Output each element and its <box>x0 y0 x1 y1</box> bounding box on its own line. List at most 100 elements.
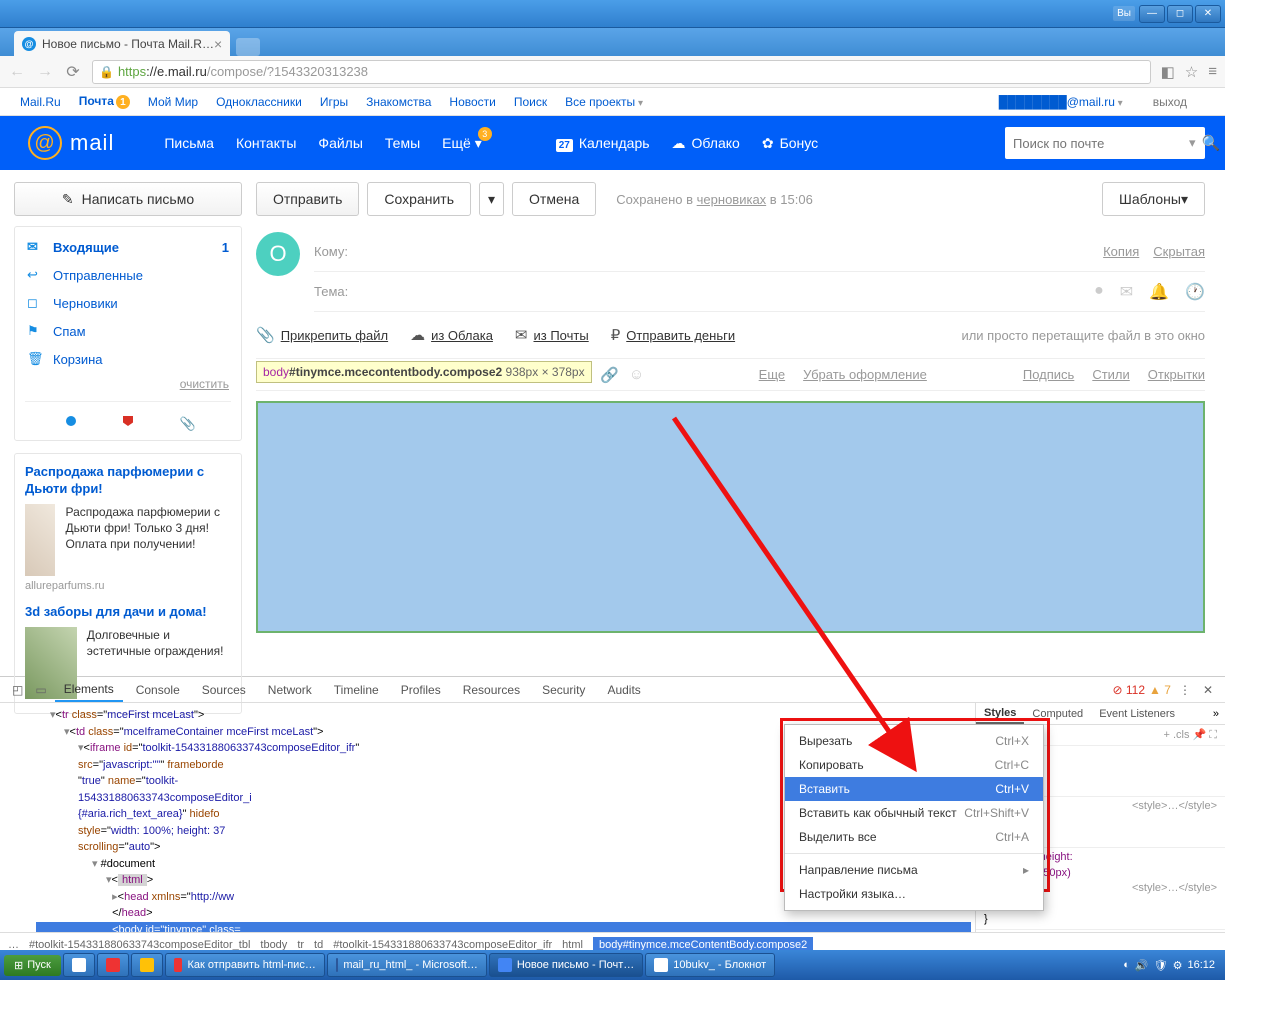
keyboard-lang[interactable]: Вы <box>1113 6 1135 21</box>
nav-contacts[interactable]: Контакты <box>236 135 296 151</box>
nav-games[interactable]: Игры <box>320 95 348 109</box>
ctx-lang-settings[interactable]: Настройки языка… <box>785 882 1043 906</box>
error-count[interactable]: ⊘ 112 <box>1113 683 1146 697</box>
nav-files[interactable]: Файлы <box>318 135 362 151</box>
nav-dating[interactable]: Знакомства <box>366 95 431 109</box>
tab-console[interactable]: Console <box>127 679 189 701</box>
emoji-icon[interactable]: ☺ <box>629 366 644 384</box>
ctx-copy[interactable]: КопироватьCtrl+C <box>785 753 1043 777</box>
toolbar-more[interactable]: Еще <box>759 367 785 382</box>
attach-file[interactable]: 📎Прикрепить файл <box>256 326 388 344</box>
nav-news[interactable]: Новости <box>449 95 495 109</box>
subject-field[interactable]: Тема: ● ✉ 🔔 🕐 <box>314 272 1205 312</box>
nav-more[interactable]: Ещё ▾3 <box>442 135 482 152</box>
tab-profiles[interactable]: Profiles <box>392 679 450 701</box>
browser-tab[interactable]: @ Новое письмо - Почта Mail.R… × <box>14 31 230 56</box>
send-money[interactable]: ₽Отправить деньги <box>611 326 735 344</box>
tab-audits[interactable]: Audits <box>598 679 649 701</box>
listeners-tab[interactable]: Event Listeners <box>1091 705 1183 723</box>
to-field[interactable]: Кому: КопияСкрытая <box>314 232 1205 272</box>
quicklaunch[interactable] <box>97 953 129 977</box>
folder-drafts[interactable]: ◻Черновики <box>15 289 241 317</box>
toolbar-clear-format[interactable]: Убрать оформление <box>803 367 927 382</box>
tab-resources[interactable]: Resources <box>454 679 529 701</box>
ctx-paste[interactable]: ВставитьCtrl+V <box>785 777 1043 801</box>
task-item[interactable]: mail_ru_html_ - Microsoft… <box>327 953 487 977</box>
save-button[interactable]: Сохранить <box>367 182 471 216</box>
priority-icon[interactable]: ● <box>1094 282 1104 302</box>
nav-mymir[interactable]: Мой Мир <box>148 95 198 109</box>
save-dropdown[interactable]: ▾ <box>479 182 504 216</box>
nav-bonus[interactable]: ✿Бонус <box>762 135 818 152</box>
maximize-button[interactable]: ◻ <box>1167 5 1193 23</box>
quicklaunch[interactable] <box>131 953 163 977</box>
nav-ok[interactable]: Одноклассники <box>216 95 302 109</box>
task-item[interactable]: Как отправить html-пис… <box>165 953 325 977</box>
flag-icon[interactable] <box>123 416 133 426</box>
close-window-button[interactable]: ✕ <box>1195 5 1221 23</box>
schedule-icon[interactable]: 🕐 <box>1185 282 1205 302</box>
styles-more-icon[interactable]: » <box>1213 708 1225 720</box>
ctx-select-all[interactable]: Выделить всеCtrl+A <box>785 825 1043 849</box>
tab-close-icon[interactable]: × <box>214 36 222 52</box>
receipt-icon[interactable]: ✉ <box>1120 282 1133 302</box>
ctx-direction[interactable]: Направление письма <box>785 858 1043 882</box>
devtools-menu-icon[interactable]: ⋮ <box>1175 683 1195 697</box>
ad1-image[interactable] <box>25 504 55 576</box>
ctx-paste-plain[interactable]: Вставить как обычный текстCtrl+Shift+V <box>785 801 1043 825</box>
start-button[interactable]: ⊞Пуск <box>4 955 61 976</box>
warning-count[interactable]: ▲ 7 <box>1149 683 1171 697</box>
ctx-cut[interactable]: ВырезатьCtrl+X <box>785 729 1043 753</box>
compose-button[interactable]: ✎ Написать письмо <box>14 182 242 216</box>
send-button[interactable]: Отправить <box>256 182 359 216</box>
mail-logo[interactable]: @ mail <box>28 126 114 160</box>
tab-timeline[interactable]: Timeline <box>325 679 388 701</box>
toolbar-styles[interactable]: Стили <box>1092 367 1129 382</box>
search-dropdown-icon[interactable]: ▾ <box>1189 135 1196 151</box>
tab-sources[interactable]: Sources <box>193 679 255 701</box>
forward-button[interactable]: → <box>36 63 54 81</box>
search-icon[interactable]: 🔍 <box>1202 134 1221 152</box>
extension-icon[interactable]: ◧ <box>1161 63 1175 81</box>
templates-button[interactable]: Шаблоны ▾ <box>1102 182 1205 216</box>
link-icon[interactable]: 🔗 <box>600 366 619 384</box>
folder-trash[interactable]: 🗑Корзина <box>15 345 241 373</box>
tray-icon[interactable]: 🛡 <box>1154 959 1168 972</box>
attach-cloud[interactable]: ☁из Облака <box>410 326 493 344</box>
toolbar-signature[interactable]: Подпись <box>1023 367 1074 382</box>
nav-mail[interactable]: Почта1 <box>79 94 130 110</box>
taskbar-clock[interactable]: 16:12 <box>1187 959 1215 971</box>
attachment-icon[interactable]: 📎 <box>180 416 190 426</box>
back-button[interactable]: ← <box>8 63 26 81</box>
nav-letters[interactable]: Письма <box>164 135 214 151</box>
folder-inbox[interactable]: ✉Входящие1 <box>15 233 241 261</box>
system-tray[interactable]: ◐ 🔊 🛡 ⚙ 16:12 <box>1117 959 1221 972</box>
bcc-link[interactable]: Скрытая <box>1153 244 1205 259</box>
ad1-title[interactable]: Распродажа парфюмерии с Дьюти фри! <box>25 464 231 498</box>
nav-calendar[interactable]: 27Календарь <box>556 135 650 151</box>
chrome-menu-icon[interactable]: ≡ <box>1208 63 1217 81</box>
search-input[interactable] <box>1013 136 1189 151</box>
address-bar[interactable]: 🔒 https ://e.mail.ru /compose/?154332031… <box>92 60 1151 84</box>
minimize-button[interactable]: — <box>1139 5 1165 23</box>
folder-spam[interactable]: ⚑Спам <box>15 317 241 345</box>
tab-elements[interactable]: Elements <box>55 678 123 702</box>
folder-sent[interactable]: ↩Отправленные <box>15 261 241 289</box>
devtools-close-icon[interactable]: ✕ <box>1199 683 1217 697</box>
cc-link[interactable]: Копия <box>1103 244 1139 259</box>
user-email[interactable]: ████████@mail.ru <box>999 95 1123 109</box>
logout-link[interactable]: выход <box>1153 95 1187 109</box>
reload-button[interactable]: ⟳ <box>64 62 82 82</box>
nav-mailru[interactable]: Mail.Ru <box>20 95 61 109</box>
attach-mail[interactable]: ✉из Почты <box>515 326 589 344</box>
tray-icon[interactable]: 🔊 <box>1135 959 1149 972</box>
bookmark-icon[interactable]: ☆ <box>1185 63 1198 81</box>
tray-icon[interactable]: ⚙ <box>1173 959 1183 972</box>
editor-body-highlighted[interactable] <box>256 401 1205 633</box>
task-item-active[interactable]: Новое письмо - Почт… <box>489 953 643 977</box>
unread-dot-icon[interactable] <box>66 416 76 426</box>
quicklaunch[interactable] <box>63 953 95 977</box>
device-icon[interactable]: ▭ <box>31 683 50 697</box>
clear-link[interactable]: очистить <box>15 373 241 395</box>
tray-icon[interactable]: ◐ <box>1123 959 1130 971</box>
